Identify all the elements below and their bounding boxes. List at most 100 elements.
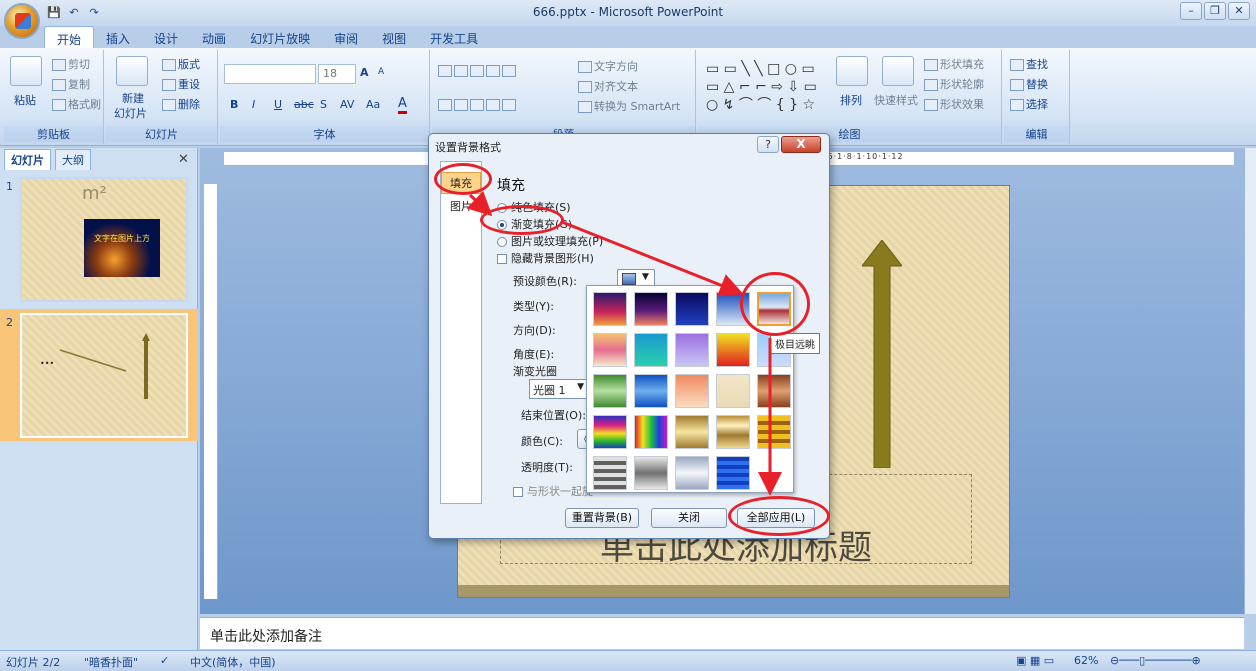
theme-name: "暗香扑面" <box>84 656 139 669</box>
font-name-combo[interactable] <box>224 64 316 84</box>
help-button[interactable]: ? <box>757 136 779 153</box>
new-slide-button[interactable]: 新建 <box>122 90 144 106</box>
slide2-shapes <box>59 333 150 399</box>
gradient-swatch[interactable] <box>593 456 627 490</box>
gradient-swatch[interactable] <box>675 292 709 326</box>
tab-developer[interactable]: 开发工具 <box>418 26 490 48</box>
gradient-swatch[interactable] <box>593 292 627 326</box>
find-button[interactable]: 查找 <box>1010 56 1048 72</box>
language-status[interactable]: 中文(简体，中国) <box>190 654 276 670</box>
slide-thumbnail-2[interactable]: ••• <box>20 313 188 438</box>
paste-button[interactable]: 粘贴 <box>14 92 36 108</box>
zoom-slider[interactable]: ⊖───▯───────⊕ <box>1110 654 1201 667</box>
paste-icon[interactable] <box>10 56 42 86</box>
gradient-stop-select[interactable]: 光圈 1 ▼ <box>529 379 587 399</box>
smartart-button[interactable]: 转换为 SmartArt <box>578 98 680 114</box>
gradient-swatch[interactable] <box>716 333 750 367</box>
rotate-with-shape-checkbox[interactable]: 与形状一起旋 <box>513 483 593 499</box>
grow-font-button[interactable]: A <box>360 66 369 79</box>
gradient-swatch[interactable] <box>757 415 791 449</box>
text-direction-button[interactable]: 文字方向 <box>578 58 638 74</box>
cut-button[interactable]: 剪切 <box>52 56 90 72</box>
view-buttons[interactable]: ▣ ▦ ▭ <box>1016 654 1054 667</box>
tab-animation[interactable]: 动画 <box>190 26 238 48</box>
new-slide-button-label[interactable]: 幻灯片 <box>114 105 147 121</box>
nav-picture[interactable]: 图片 <box>441 196 481 216</box>
align-buttons[interactable] <box>438 98 518 111</box>
reset-button[interactable]: 重设 <box>162 76 200 92</box>
gradient-swatch[interactable] <box>634 374 668 408</box>
arrange-icon[interactable] <box>836 56 868 86</box>
tab-home[interactable]: 开始 <box>44 26 95 48</box>
gradient-swatch[interactable] <box>593 333 627 367</box>
italic-button[interactable]: I <box>252 98 255 111</box>
bold-button[interactable]: B <box>230 98 238 111</box>
strikethrough-button[interactable]: abc <box>294 98 314 111</box>
underline-button[interactable]: U <box>274 98 282 111</box>
tab-slides-pane[interactable]: 幻灯片 <box>4 149 51 170</box>
arrange-button[interactable]: 排列 <box>840 92 862 108</box>
radio-picture-fill[interactable]: 图片或纹理填充(P) <box>497 233 603 249</box>
shadow-button[interactable]: S <box>320 98 327 111</box>
gradient-swatch[interactable] <box>716 415 750 449</box>
paint-bucket-icon <box>924 59 938 71</box>
gradient-swatch[interactable] <box>634 415 668 449</box>
slide-thumbnail-1[interactable]: m² 文字在图片上方 <box>20 177 188 302</box>
shapes-gallery[interactable]: ▭ ▭ ╲ ╲ □ ○ ▭ ▭ △ ⌐ ⌐ ⇨ ⇩ ▭ ○ ↯ ⌒ ⌒ { } ☆ <box>706 60 826 116</box>
up-arrow-shape[interactable] <box>862 240 902 468</box>
align-text-button[interactable]: 对齐文本 <box>578 78 638 94</box>
gradient-swatch[interactable] <box>634 456 668 490</box>
copy-button[interactable]: 复制 <box>52 76 90 92</box>
gradient-swatch[interactable] <box>675 333 709 367</box>
gradient-swatch[interactable] <box>634 292 668 326</box>
numbering-icon <box>454 65 468 77</box>
office-button[interactable] <box>4 3 40 39</box>
tab-insert[interactable]: 插入 <box>94 26 142 48</box>
shrink-font-button[interactable]: A <box>378 67 384 77</box>
tab-outline-pane[interactable]: 大纲 <box>55 149 91 170</box>
tab-design[interactable]: 设计 <box>142 26 190 48</box>
quick-styles-icon[interactable] <box>882 56 914 86</box>
layout-button[interactable]: 版式 <box>162 56 200 72</box>
reset-background-button[interactable]: 重置背景(B) <box>565 508 639 528</box>
tab-review[interactable]: 审阅 <box>322 26 370 48</box>
dialog-close-button[interactable]: X <box>781 136 821 153</box>
notes-pane[interactable]: 单击此处添加备注 <box>200 617 1244 649</box>
change-case-button[interactable]: Aa <box>366 98 380 111</box>
restore-button[interactable]: ❐ <box>1204 2 1226 20</box>
shape-outline-button[interactable]: 形状轮廓 <box>924 76 984 92</box>
char-spacing-button[interactable]: AV <box>340 98 354 111</box>
font-size-combo[interactable]: 18 <box>318 64 356 84</box>
select-button[interactable]: 选择 <box>1010 96 1048 112</box>
gradient-swatch[interactable] <box>716 456 750 490</box>
bullets-button[interactable] <box>438 64 518 77</box>
gradient-swatch[interactable] <box>634 333 668 367</box>
delete-button[interactable]: 删除 <box>162 96 200 112</box>
gradient-swatch[interactable] <box>675 374 709 408</box>
close-window-button[interactable]: ✕ <box>1228 2 1250 20</box>
close-pane-icon[interactable]: ✕ <box>178 152 189 167</box>
quick-styles-button[interactable]: 快速样式 <box>874 92 918 108</box>
binoculars-icon <box>1010 59 1024 71</box>
gradient-swatch[interactable] <box>716 374 750 408</box>
gradient-swatch[interactable] <box>675 415 709 449</box>
checkbox-hide-background[interactable]: 隐藏背景图形(H) <box>497 250 594 266</box>
gradient-swatch[interactable] <box>675 456 709 490</box>
dialog-close-action-button[interactable]: 关闭 <box>651 508 727 528</box>
minimize-button[interactable]: – <box>1180 2 1202 20</box>
shape-effects-button[interactable]: 形状效果 <box>924 96 984 112</box>
gradient-swatch[interactable] <box>593 374 627 408</box>
font-color-button[interactable]: A <box>398 96 407 114</box>
tab-view[interactable]: 视图 <box>370 26 418 48</box>
tab-slideshow[interactable]: 幻灯片放映 <box>238 26 322 48</box>
replace-button[interactable]: 替换 <box>1010 76 1048 92</box>
format-painter-button[interactable]: 格式刷 <box>52 96 101 112</box>
vertical-scrollbar[interactable] <box>1244 148 1256 614</box>
gradient-swatch[interactable] <box>593 415 627 449</box>
gradient-swatch[interactable] <box>757 374 791 408</box>
new-slide-icon[interactable] <box>116 56 148 86</box>
shape-fill-button[interactable]: 形状填充 <box>924 56 984 72</box>
spellcheck-icon[interactable]: ✓ <box>160 654 169 667</box>
zoom-level[interactable]: 62% <box>1074 654 1098 667</box>
group-label: 编辑 <box>1004 126 1069 142</box>
